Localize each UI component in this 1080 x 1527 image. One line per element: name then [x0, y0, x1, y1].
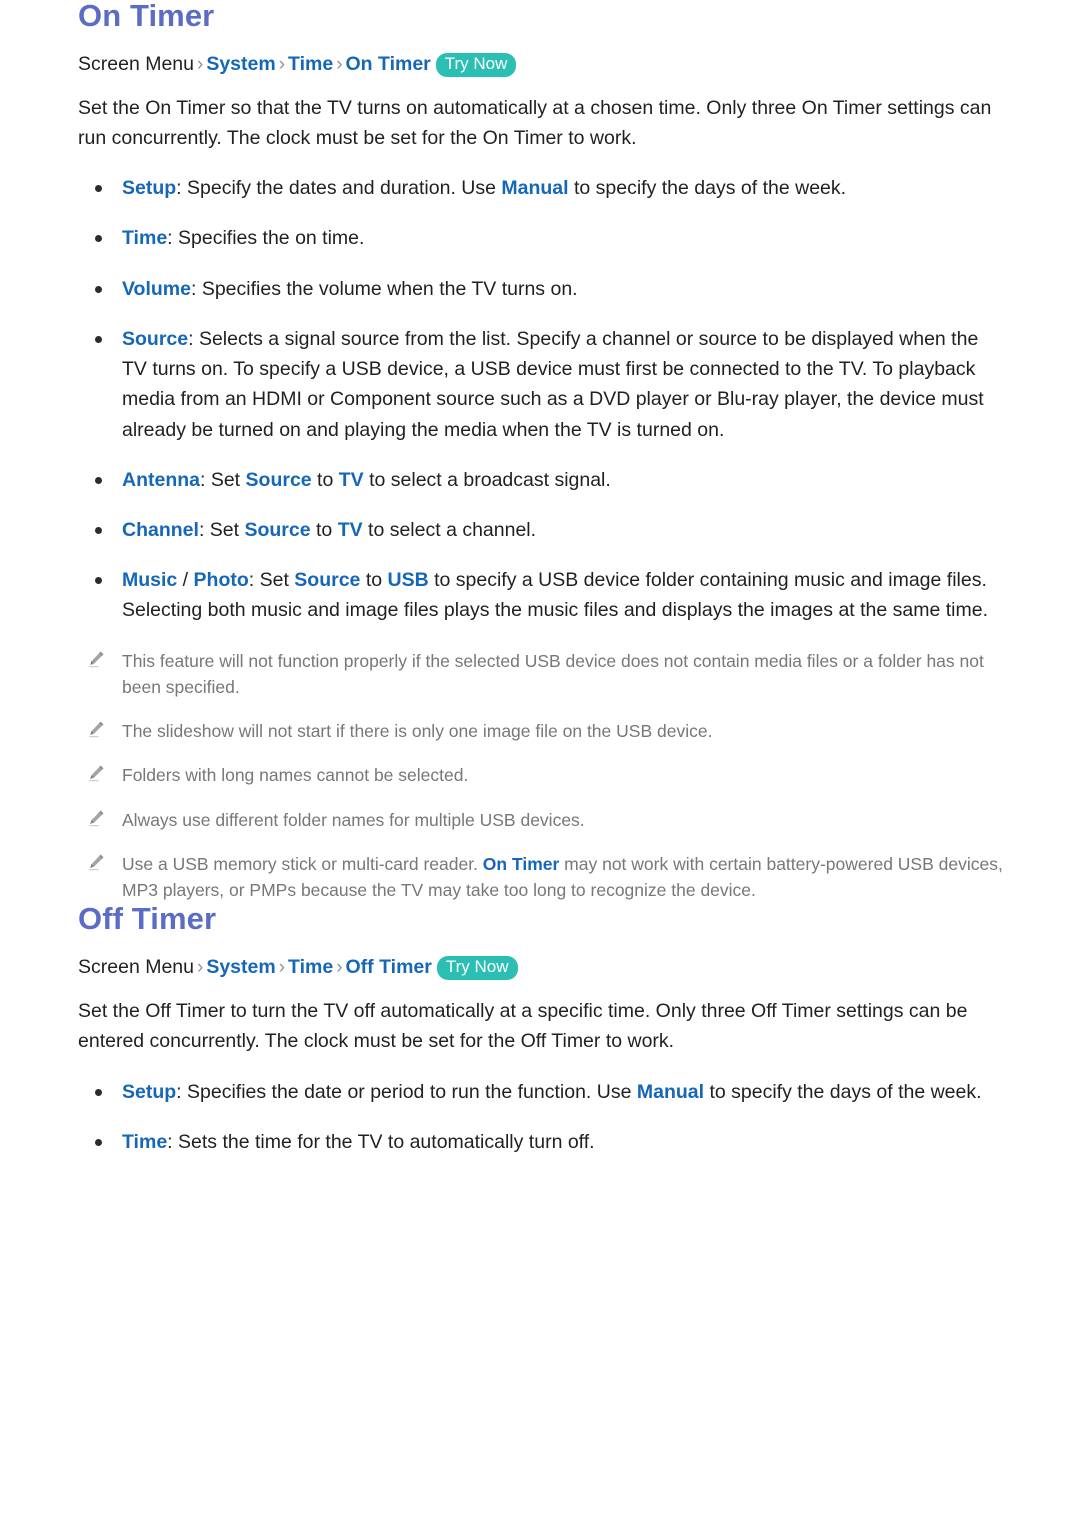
keyword-music: Music [122, 569, 178, 592]
breadcrumb-item-time[interactable]: Time [288, 53, 333, 75]
note-item: Folders with long names cannot be select… [78, 762, 1004, 788]
breadcrumb-root: Screen Menu [78, 956, 194, 979]
note-list-on-timer: This feature will not function properly … [78, 648, 1004, 904]
note-item: Use a USB memory stick or multi-card rea… [78, 851, 1004, 904]
pencil-icon [86, 719, 106, 739]
document-page: On Timer Screen Menu › System › Time › On Time… [0, 0, 1080, 1527]
list-item-text: : Set [198, 518, 245, 541]
list-item-text: to select a broadcast signal. [363, 468, 611, 491]
chevron-right-icon: › [278, 54, 286, 75]
separator-slash: / [177, 569, 194, 592]
breadcrumb-on-timer: Screen Menu › System › Time › On Timer Try Now [78, 52, 1004, 77]
chevron-right-icon: › [336, 957, 343, 979]
keyword-volume: Volume [122, 277, 191, 300]
chevron-right-icon: › [278, 957, 286, 979]
note-text: Always use different folder names for mu… [122, 809, 585, 830]
note-text: This feature will not function properly … [122, 650, 984, 697]
page-title-on-timer: On Timer [78, 0, 215, 33]
note-item: The slideshow will not start if there is… [78, 718, 1004, 744]
note-text: The slideshow will not start if there is… [122, 721, 713, 742]
list-item-music-photo: Music / Photo: Set Source to USB to spec… [78, 565, 1004, 625]
list-item-text: : Sets the time for the TV to automatica… [167, 1130, 595, 1153]
note-item: Always use different folder names for mu… [78, 807, 1004, 833]
keyword-source: Source [244, 518, 311, 541]
chevron-right-icon: › [336, 54, 343, 75]
keyword-photo: Photo [193, 569, 249, 592]
list-item-text: : Specifies the date or period to run th… [176, 1080, 637, 1103]
keyword-setup: Setup [122, 1080, 177, 1103]
keyword-on-timer: On Timer [482, 853, 560, 874]
list-item-antenna: Antenna: Set Source to TV to select a br… [78, 465, 1004, 495]
list-item-text: : Set [248, 569, 295, 592]
keyword-tv: TV [337, 518, 363, 541]
keyword-antenna: Antenna [122, 468, 200, 491]
intro-paragraph-off-timer: Set the Off Timer to turn the TV off aut… [78, 1000, 968, 1053]
pencil-icon [86, 649, 106, 669]
keyword-source: Source [245, 468, 312, 491]
pencil-icon [86, 763, 106, 783]
list-item-text: to [360, 569, 388, 592]
list-item-text: : Set [200, 468, 246, 491]
intro-paragraph-on-timer: Set the On Timer so that the TV turns on… [78, 96, 992, 149]
pencil-icon [86, 808, 106, 828]
keyword-manual: Manual [636, 1080, 705, 1103]
list-item-text: to specify the days of the week. [704, 1080, 982, 1103]
keyword-setup: Setup [122, 177, 177, 200]
page-title-off-timer: Off Timer [78, 901, 217, 937]
list-item-text: : Specifies the on time. [167, 227, 365, 250]
keyword-usb: USB [387, 569, 429, 592]
list-item-text: to specify the days of the week. [568, 177, 847, 200]
list-item-setup: Setup: Specifies the date or period to r… [78, 1077, 1004, 1107]
list-item-channel: Channel: Set Source to TV to select a ch… [78, 515, 1004, 545]
bullet-list-off-timer: Setup: Specifies the date or period to r… [78, 1077, 1004, 1157]
keyword-time: Time [122, 227, 168, 250]
keyword-time: Time [122, 1130, 168, 1153]
list-item-text: to [311, 468, 339, 491]
breadcrumb-off-timer: Screen Menu › System › Time › Off Timer Try Now [78, 955, 1004, 980]
keyword-tv: TV [338, 468, 364, 491]
breadcrumb-item-system[interactable]: System [206, 53, 275, 75]
list-item-text: : Selects a signal source from the list.… [122, 327, 984, 441]
breadcrumb-root: Screen Menu [78, 53, 194, 75]
keyword-source: Source [294, 569, 361, 592]
list-item-source: Source: Selects a signal source from the… [78, 324, 1004, 445]
list-item-setup: Setup: Specify the dates and duration. U… [78, 173, 1004, 203]
pencil-icon [86, 852, 106, 872]
document-content: On Timer Screen Menu › System › Time › On Time… [78, 0, 1004, 1157]
keyword-channel: Channel [122, 518, 199, 541]
breadcrumb-item-time[interactable]: Time [288, 956, 333, 978]
list-item-volume: Volume: Specifies the volume when the TV… [78, 274, 1004, 304]
chevron-right-icon: › [196, 957, 204, 979]
breadcrumb-item-system[interactable]: System [206, 956, 275, 978]
keyword-manual: Manual [501, 177, 569, 200]
list-item-text: to select a channel. [362, 518, 537, 541]
note-text: Use a USB memory stick or multi-card rea… [122, 853, 483, 874]
list-item-text: : Specify the dates and duration. Use [176, 177, 502, 200]
list-item-time: Time: Specifies the on time. [78, 223, 1004, 253]
list-item-text: : Specifies the volume when the TV turns… [190, 277, 578, 300]
note-item: This feature will not function properly … [78, 648, 1004, 701]
try-now-badge[interactable]: Try Now [436, 956, 518, 980]
chevron-right-icon: › [196, 54, 204, 75]
breadcrumb-item-off-timer[interactable]: Off Timer [346, 956, 432, 978]
try-now-badge[interactable]: Try Now [435, 53, 517, 77]
breadcrumb-item-on-timer[interactable]: On Timer [346, 53, 431, 75]
list-item-text: to [310, 518, 338, 541]
note-text: Folders with long names cannot be select… [122, 765, 469, 786]
keyword-source: Source [122, 327, 189, 350]
bullet-list-on-timer: Setup: Specify the dates and duration. U… [78, 173, 1004, 625]
list-item-time: Time: Sets the time for the TV to automa… [78, 1127, 1004, 1157]
